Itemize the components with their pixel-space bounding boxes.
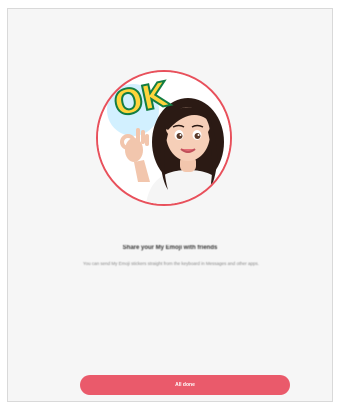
page-title: Share your My Emoji with friends xyxy=(122,245,218,251)
page-description: You can send My Emoji stickers straight … xyxy=(83,261,259,266)
all-done-button[interactable]: All done xyxy=(80,375,290,395)
avatar-preview: OK xyxy=(96,70,232,206)
my-emoji-intro-screen: OK Share your My Emoji with friends You … xyxy=(7,8,333,402)
